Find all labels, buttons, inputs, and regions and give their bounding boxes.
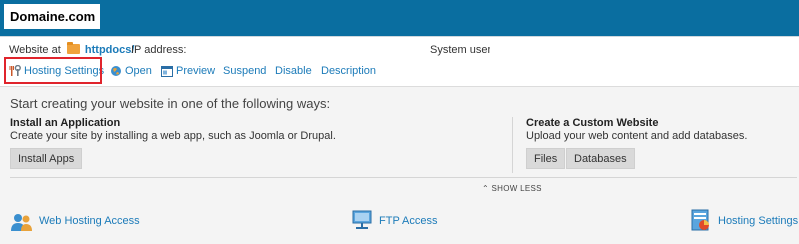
hosting-settings-link[interactable]: Hosting Settings bbox=[718, 215, 798, 227]
panel-intro: Start creating your website in one of th… bbox=[10, 96, 331, 111]
preview-action[interactable]: Preview bbox=[161, 58, 215, 84]
suspend-action[interactable]: Suspend bbox=[223, 58, 266, 84]
preview-label: Preview bbox=[176, 65, 216, 77]
install-app-title: Install an Application bbox=[10, 117, 121, 129]
hosting-settings-icon bbox=[691, 209, 709, 231]
website-info-bar: Website at httpdocs/ IP address: System … bbox=[0, 36, 799, 60]
brand-logo[interactable]: Domaine.com bbox=[4, 4, 100, 29]
system-user-value bbox=[490, 44, 542, 56]
install-apps-button[interactable]: Install Apps bbox=[10, 148, 83, 169]
databases-button[interactable]: Databases bbox=[566, 148, 635, 169]
ip-address-value bbox=[186, 44, 422, 56]
ip-address-label: IP address: bbox=[131, 44, 187, 56]
files-button[interactable]: Files bbox=[526, 148, 566, 169]
disable-action[interactable]: Disable bbox=[275, 58, 312, 84]
users-icon bbox=[11, 214, 32, 231]
create-website-panel: Start creating your website in one of th… bbox=[0, 86, 799, 244]
panel-separator bbox=[10, 177, 797, 178]
open-action[interactable]: Open bbox=[110, 58, 152, 84]
install-app-text: Create your site by installing a web app… bbox=[10, 130, 336, 142]
show-less-label: SHOW LESS bbox=[491, 184, 542, 193]
web-hosting-access-link[interactable]: Web Hosting Access bbox=[39, 215, 140, 227]
custom-website-text: Upload your web content and add database… bbox=[526, 130, 748, 142]
ftp-monitor-icon bbox=[352, 210, 372, 229]
httpdocs-link[interactable]: httpdocs/ bbox=[85, 44, 135, 56]
chevron-up-icon: ⌃ bbox=[482, 184, 490, 193]
preview-icon bbox=[161, 65, 173, 77]
show-less-toggle[interactable]: ⌃ SHOW LESS bbox=[482, 184, 542, 193]
open-label: Open bbox=[125, 65, 152, 77]
custom-website-title: Create a Custom Website bbox=[526, 117, 659, 129]
website-at-label: Website at bbox=[9, 44, 61, 56]
folder-icon bbox=[66, 42, 80, 54]
section-divider bbox=[512, 117, 513, 173]
website-actions: Hosting Settings Open Preview Suspend Di… bbox=[0, 58, 799, 84]
ftp-access-link[interactable]: FTP Access bbox=[379, 215, 437, 227]
top-bar: Domaine.com bbox=[0, 0, 799, 36]
globe-icon bbox=[111, 66, 121, 77]
hosting-settings-highlight bbox=[4, 57, 102, 84]
system-user-label: System user: bbox=[430, 44, 495, 56]
website-at-line: Website at httpdocs/ bbox=[9, 42, 135, 56]
description-action[interactable]: Description bbox=[321, 58, 376, 84]
